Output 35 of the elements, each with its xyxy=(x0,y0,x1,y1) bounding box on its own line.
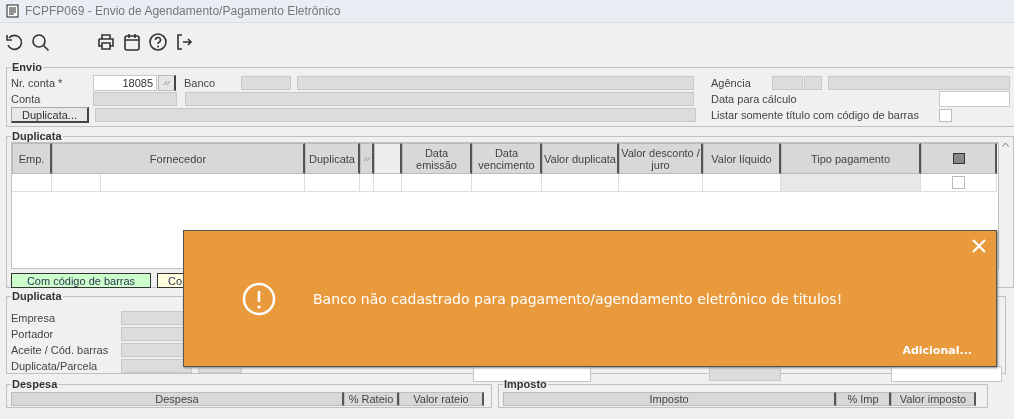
column-header[interactable]: % Imp xyxy=(836,392,891,406)
column-header[interactable]: Emp. xyxy=(12,143,52,174)
column-header[interactable]: Data vencimento xyxy=(472,143,542,174)
window-title: FCPFP069 - Envio de Agendamento/Pagamento Eletrônico xyxy=(25,4,341,18)
group-title: Despesa xyxy=(11,378,59,390)
field-label: Aceite / Cód. barras xyxy=(11,344,110,356)
group-title: Duplicata xyxy=(11,130,63,142)
column-header[interactable]: Fornecedor xyxy=(52,143,305,174)
duplicata-button[interactable]: Duplicata... xyxy=(11,107,89,123)
field-label: Agência xyxy=(711,77,752,89)
field-label: Banco xyxy=(184,77,217,89)
group-title: Imposto xyxy=(503,378,548,390)
column-header[interactable]: Valor líquido xyxy=(703,143,781,174)
field-label: Nr. conta * xyxy=(11,77,64,89)
column-header[interactable]: Valor duplicata xyxy=(542,143,619,174)
column-header[interactable]: Valor rateio xyxy=(399,392,484,406)
account-number-field[interactable]: 18085 xyxy=(93,75,157,91)
field-label: Duplicata/Parcela xyxy=(11,360,99,372)
column-header[interactable]: Tipo pagamento xyxy=(781,143,921,174)
field-label: Conta xyxy=(11,93,42,105)
toast-message: Banco não cadastrado para pagamento/agendamento eletrônico de titulos! xyxy=(313,290,843,307)
column-header[interactable]: Valor imposto xyxy=(891,392,976,406)
field-label: Listar somente título com código de barras xyxy=(711,109,920,121)
group-title: Envio xyxy=(11,61,43,73)
column-header[interactable]: Data emissão xyxy=(402,143,472,174)
column-header[interactable]: Valor desconto / juro xyxy=(619,143,703,174)
column-header[interactable]: Imposto xyxy=(503,392,836,406)
field-label: Empresa xyxy=(11,312,57,324)
group-title: Duplicata xyxy=(11,290,63,302)
legend-tag: Com código de barras xyxy=(11,273,151,288)
field-label: Portador xyxy=(11,328,55,340)
field-label: Data para cálculo xyxy=(711,93,798,105)
column-header[interactable]: Despesa xyxy=(11,392,344,406)
column-header[interactable]: % Rateio xyxy=(344,392,399,406)
column-header[interactable]: Duplicata xyxy=(305,143,360,174)
